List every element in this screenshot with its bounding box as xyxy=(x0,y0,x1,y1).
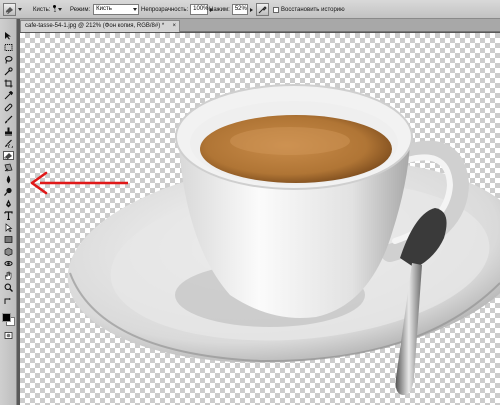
airbrush-toggle-icon[interactable] xyxy=(256,3,269,16)
coffee-cup-image xyxy=(67,84,500,395)
opacity-field[interactable]: 100% xyxy=(190,4,209,15)
document-tab-title: cafe-tasse-54-1.jpg @ 212% (Фон копия, R… xyxy=(25,23,165,29)
restore-history-option[interactable]: Восстановить историю xyxy=(273,2,345,17)
dodge-icon[interactable] xyxy=(3,187,14,196)
foreground-color-swatch[interactable] xyxy=(2,313,11,322)
close-icon[interactable]: × xyxy=(172,21,176,32)
chevron-down-icon xyxy=(133,8,138,11)
lasso-icon[interactable] xyxy=(3,55,14,64)
pressure-value: 52% xyxy=(234,6,247,12)
marquee-icon[interactable] xyxy=(3,43,14,52)
brush-icon[interactable] xyxy=(3,115,14,124)
eraser-preset-icon[interactable] xyxy=(3,3,16,16)
mode-value: Кисть xyxy=(96,6,112,12)
brush-picker[interactable]: 1 xyxy=(53,5,57,14)
pressure-label: Нажим: xyxy=(209,6,230,13)
mode-select[interactable]: Кисть xyxy=(93,4,140,15)
brush-dropdown-icon[interactable] xyxy=(58,8,63,11)
quick-select-icon[interactable] xyxy=(3,67,14,76)
gradient-icon[interactable] xyxy=(3,163,14,172)
opacity-value: 100% xyxy=(193,6,209,12)
brush-label: Кисть: xyxy=(33,6,51,13)
3d-rotate-icon[interactable] xyxy=(3,247,14,256)
eyedropper-icon[interactable] xyxy=(3,91,14,100)
options-bar: Кисть: 1 Режим: Кисть Непрозрачность: 10… xyxy=(0,0,500,19)
pressure-slider-icon[interactable] xyxy=(249,7,253,12)
quick-mask-icon[interactable] xyxy=(3,331,14,340)
clone-stamp-icon[interactable] xyxy=(3,127,14,136)
3d-orbit-icon[interactable] xyxy=(3,259,14,268)
blur-icon[interactable] xyxy=(3,175,14,184)
healing-icon[interactable] xyxy=(3,103,14,112)
restore-history-label: Восстановить историю xyxy=(281,6,345,13)
history-brush-icon[interactable] xyxy=(3,139,14,148)
shape-icon[interactable] xyxy=(3,235,14,244)
zoom-icon[interactable] xyxy=(3,283,14,292)
hand-icon[interactable] xyxy=(3,271,14,280)
type-icon[interactable] xyxy=(3,211,14,220)
tools-panel xyxy=(0,19,17,405)
mode-label: Режим: xyxy=(70,6,91,13)
pressure-field[interactable]: 52% xyxy=(231,4,248,15)
red-pointer-arrow xyxy=(30,171,128,195)
opacity-label: Непрозрачность: xyxy=(141,6,189,13)
move-icon[interactable] xyxy=(3,31,14,40)
tool-preset-picker[interactable] xyxy=(3,2,22,17)
crop-icon[interactable] xyxy=(3,79,14,88)
eraser-icon[interactable] xyxy=(3,151,14,160)
pen-icon[interactable] xyxy=(3,199,14,208)
document-canvas[interactable] xyxy=(20,33,500,405)
swap-colors-icon[interactable] xyxy=(3,297,14,304)
document-tab[interactable]: cafe-tasse-54-1.jpg @ 212% (Фон копия, R… xyxy=(20,20,180,32)
brush-size: 1 xyxy=(53,8,57,14)
restore-history-checkbox[interactable] xyxy=(273,6,279,13)
preset-dropdown-icon[interactable] xyxy=(18,8,22,11)
path-select-icon[interactable] xyxy=(3,223,14,232)
document-tab-bar: cafe-tasse-54-1.jpg @ 212% (Фон копия, R… xyxy=(20,19,500,32)
